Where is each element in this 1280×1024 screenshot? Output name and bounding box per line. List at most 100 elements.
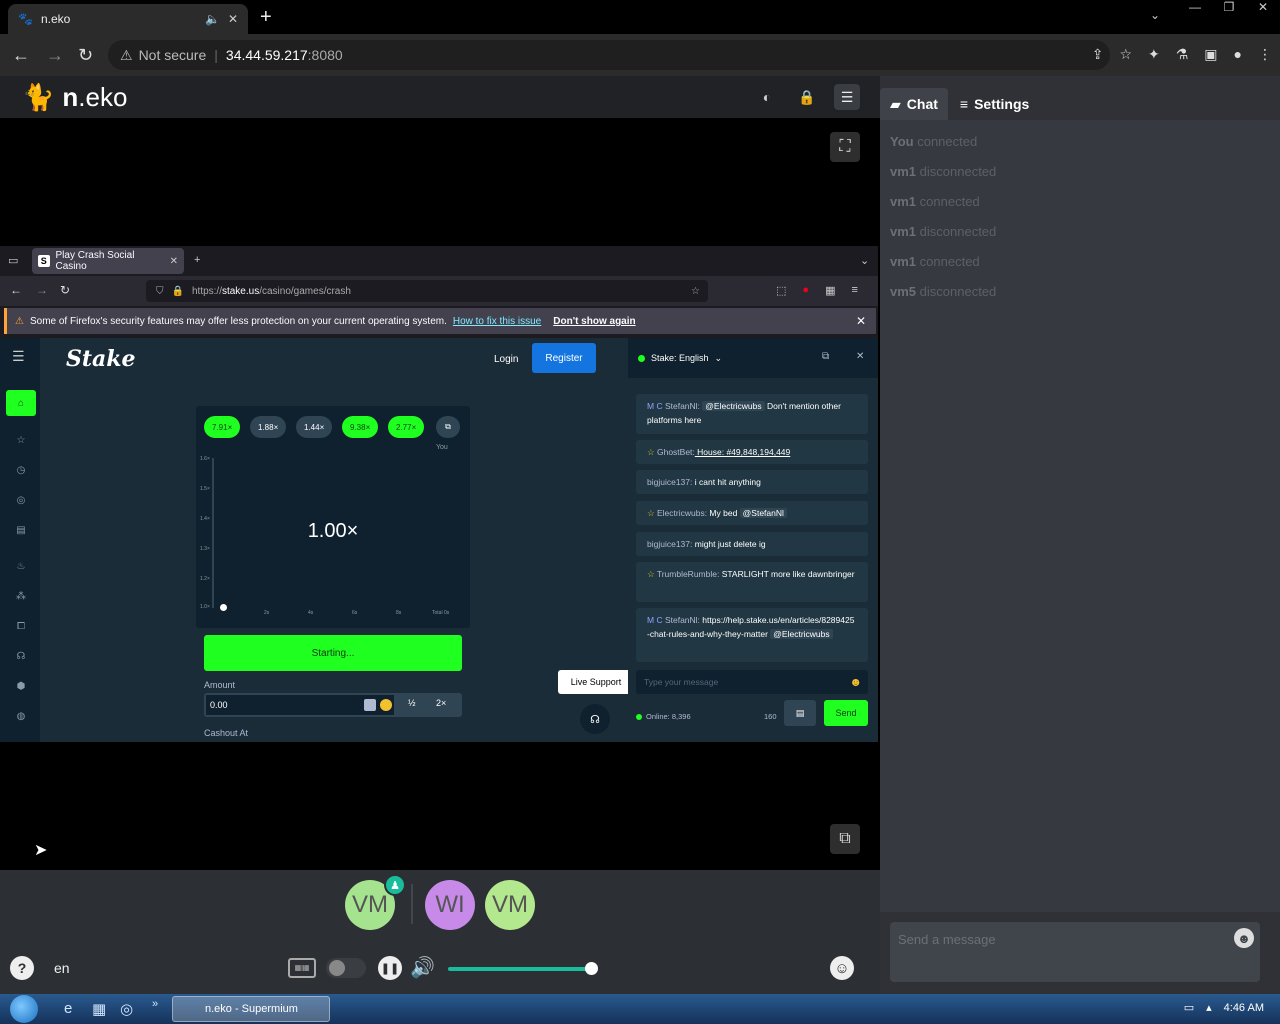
fullscreen-icon[interactable]: ⛶ (830, 132, 860, 162)
tab-audio-icon[interactable]: 🔈 (205, 12, 220, 26)
register-button[interactable]: Register (532, 343, 596, 373)
ff-shield-icon[interactable]: ⛉ (156, 286, 164, 297)
half-amount-button[interactable]: ½ (408, 698, 416, 708)
popout-chat-icon[interactable]: ⧉ (822, 351, 829, 362)
support-icon[interactable]: ☊ (6, 643, 36, 669)
history-pill[interactable]: 7.91× (204, 416, 241, 438)
ff-tab-crash[interactable]: S Play Crash Social Casino ✕ (32, 248, 184, 274)
bet-button[interactable]: Starting... (204, 635, 462, 671)
language-selector[interactable]: en (54, 960, 70, 976)
ff-menu-icon[interactable]: ≡ (851, 284, 857, 297)
close-window-icon[interactable]: ✕ (1246, 0, 1280, 20)
history-pill[interactable]: 9.38× (342, 416, 379, 438)
restore-icon[interactable]: ❐ (1212, 0, 1246, 20)
popout-icon[interactable]: ⧉ (830, 824, 860, 854)
tab-chat[interactable]: ▰ Chat (880, 88, 948, 120)
language-icon[interactable]: ◍ (6, 703, 36, 729)
ff-list-all-tabs-icon[interactable]: ⌄ (860, 254, 869, 267)
clock[interactable]: 4:46 AM (1224, 1002, 1264, 1014)
stake-logo[interactable]: Stake (66, 346, 136, 372)
favourites-icon[interactable]: ☆ (6, 427, 36, 453)
volume-slider[interactable] (448, 967, 592, 971)
browser-menu-icon[interactable]: ⋮ (1258, 46, 1272, 63)
dont-show-again-button[interactable]: Don't show again (553, 316, 635, 327)
forward-icon[interactable]: → (46, 45, 64, 66)
bookmark-icon[interactable]: ⧠ (6, 613, 36, 639)
volume-icon[interactable]: 🔊 (410, 955, 435, 980)
ff-ublock-icon[interactable]: ● (802, 284, 809, 297)
chat-room-selector[interactable]: Stake: English (651, 353, 709, 363)
mouse-control-icon[interactable]: ◐ (754, 84, 780, 110)
ff-tab-list-icon[interactable]: ▭ (8, 254, 18, 267)
emoji-picker-icon[interactable]: ☻ (849, 670, 862, 694)
keyboard-icon[interactable]: ▦▦ (288, 958, 316, 978)
send-button[interactable]: Send (824, 700, 868, 726)
taskbar-overflow-icon[interactable]: » (152, 998, 158, 1010)
ff-back-icon[interactable]: ← (10, 283, 22, 297)
stake-chat-input[interactable]: Type your message ☻ (636, 670, 868, 694)
notice-close-icon[interactable]: ✕ (856, 314, 866, 328)
close-chat-icon[interactable]: ✕ (856, 351, 864, 362)
challenges-icon[interactable]: ◎ (6, 487, 36, 513)
ff-url-bar[interactable]: ⛉ 🔒 https://stake.us/casino/games/crash … (146, 280, 708, 302)
history-pill[interactable]: 1.88× (250, 416, 287, 438)
profile-avatar-icon[interactable]: ● (1234, 46, 1242, 63)
control-toggle[interactable] (326, 958, 366, 978)
double-amount-button[interactable]: 2× (436, 698, 446, 708)
history-more-icon[interactable]: ⧉ (436, 416, 460, 438)
share-icon[interactable]: ⇪ (1092, 46, 1104, 63)
labs-flask-icon[interactable]: ⚗ (1176, 46, 1189, 63)
warning-triangle-icon[interactable]: ⚠ (120, 47, 133, 64)
bookmark-star-icon[interactable]: ☆ (1119, 46, 1132, 63)
sponsorships-icon[interactable]: ⬢ (6, 673, 36, 699)
taskbar-window-button[interactable]: n.eko - Supermium (172, 996, 330, 1022)
neko-chat-input[interactable]: Send a message ☻ (890, 922, 1260, 982)
browser-pinned-icon[interactable]: ◎ (120, 1000, 133, 1018)
home-icon[interactable]: ⌂ (6, 390, 36, 416)
tab-close-icon[interactable]: ✕ (228, 12, 238, 26)
tray-network-icon[interactable]: ▭ (1184, 1001, 1194, 1014)
ff-forward-icon[interactable]: → (36, 283, 48, 297)
reload-icon[interactable]: ↻ (78, 45, 93, 66)
volume-slider-handle[interactable] (585, 962, 598, 975)
pause-icon[interactable]: ❚❚ (378, 956, 402, 980)
ff-bookmark-star-icon[interactable]: ☆ (691, 286, 700, 297)
remote-firefox-window[interactable]: ▭ S Play Crash Social Casino ✕ + ⌄ ← → ↻… (0, 246, 878, 742)
chat-rules-icon[interactable]: ▤ (784, 700, 816, 726)
member-avatar[interactable]: WI (425, 880, 475, 930)
tab-settings[interactable]: ≡ Settings (950, 88, 1039, 120)
ie-icon[interactable]: e (64, 1000, 72, 1017)
ff-new-tab-icon[interactable]: + (194, 254, 200, 266)
amount-stepper-icon[interactable] (364, 699, 376, 711)
address-bar[interactable]: ⚠ Not secure | 34.44.59.217:8080 (108, 40, 1110, 70)
neko-menu-icon[interactable]: ☰ (834, 84, 860, 110)
emoji-icon[interactable]: ☺ (830, 956, 854, 980)
ff-padlock-icon[interactable]: 🔒 (172, 286, 184, 297)
history-pill[interactable]: 2.77× (388, 416, 425, 438)
my-bets-icon[interactable]: ▤ (6, 517, 36, 543)
originals-icon[interactable]: ♨ (6, 553, 36, 579)
browser-tab-neko[interactable]: 🐾 n.eko 🔈 ✕ (8, 4, 248, 34)
recent-icon[interactable]: ◷ (6, 457, 36, 483)
ff-account-icon[interactable]: ▦ (825, 284, 835, 297)
member-avatar[interactable]: VM (485, 880, 535, 930)
not-secure-label[interactable]: Not secure (139, 47, 207, 63)
tray-up-arrow-icon[interactable]: ▴ (1206, 1001, 1212, 1014)
explorer-icon[interactable]: ▦ (92, 1000, 106, 1018)
tab-search-chevron-icon[interactable]: ⌄ (1150, 8, 1160, 22)
ff-reload-icon[interactable]: ↻ (60, 283, 70, 297)
extensions-icon[interactable]: ✦ (1148, 46, 1160, 63)
history-pill[interactable]: 1.44× (296, 416, 333, 438)
ff-tab-close-icon[interactable]: ✕ (170, 256, 178, 267)
minimize-icon[interactable]: — (1178, 0, 1212, 20)
slots-icon[interactable]: ⁂ (6, 583, 36, 609)
chat-emoji-icon[interactable]: ☻ (1234, 928, 1254, 948)
start-button-icon[interactable] (10, 995, 38, 1023)
ff-extensions-icon[interactable]: ⬚ (776, 284, 786, 297)
back-icon[interactable]: ← (12, 45, 30, 66)
help-icon[interactable]: ? (10, 956, 34, 980)
login-button[interactable]: Login (488, 350, 524, 369)
lock-icon[interactable]: 🔒 (794, 84, 820, 110)
side-panel-icon[interactable]: ▣ (1204, 46, 1217, 63)
notice-fix-link[interactable]: How to fix this issue (453, 316, 541, 327)
